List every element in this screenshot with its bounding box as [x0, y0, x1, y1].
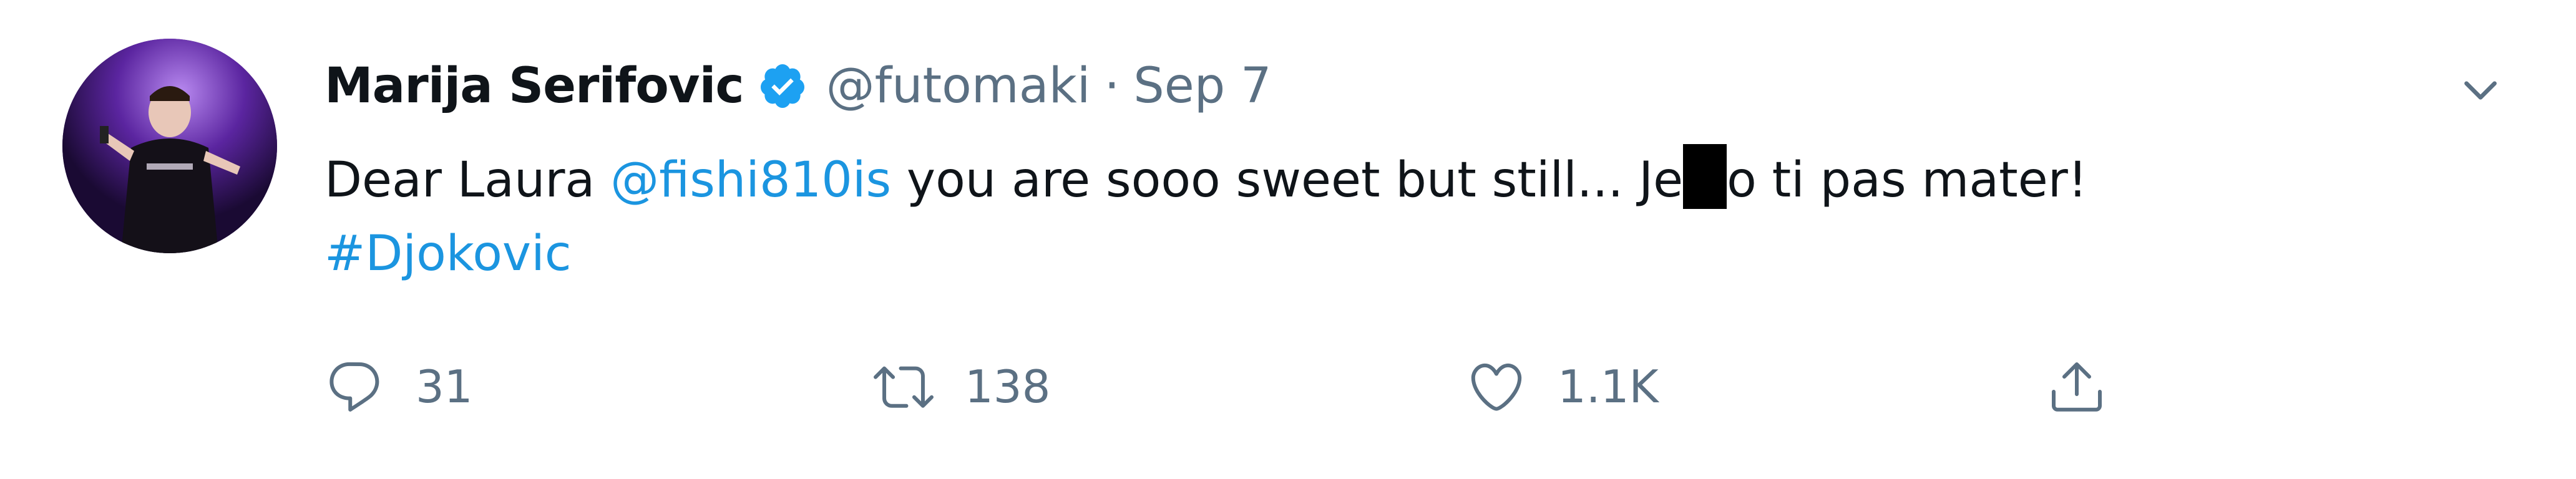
share-icon — [2047, 357, 2107, 417]
mention-link[interactable]: @fishi810is — [610, 152, 891, 208]
heart-icon — [1466, 357, 1526, 417]
retweet-count: 138 — [965, 360, 1051, 413]
tweet-text: Dear Laura @fishi810is you are sooo swee… — [324, 143, 2509, 291]
verified-badge-icon — [758, 61, 807, 111]
reply-count: 31 — [416, 360, 473, 413]
hashtag-link[interactable]: #Djokovic — [324, 226, 572, 282]
tweet-date[interactable]: Sep 7 — [1133, 58, 1271, 114]
tweet-card[interactable]: Marija Serifovic @futomaki · Sep 7 Dear … — [0, 0, 2576, 479]
like-button[interactable]: 1.1K — [1466, 349, 1659, 424]
share-button[interactable] — [2047, 349, 2107, 424]
display-name[interactable]: Marija Serifovic — [324, 58, 744, 114]
tweet-header: Marija Serifovic @futomaki · Sep 7 — [324, 49, 1272, 123]
user-handle[interactable]: @futomaki — [826, 58, 1091, 114]
separator-dot: · — [1104, 58, 1120, 114]
chevron-down-icon[interactable] — [2452, 62, 2509, 119]
like-count: 1.1K — [1558, 360, 1659, 413]
reply-button[interactable]: 31 — [324, 349, 473, 424]
avatar[interactable] — [62, 39, 277, 253]
retweet-button[interactable]: 138 — [874, 349, 1050, 424]
redaction-box — [1683, 144, 1727, 209]
tweet-text-part: o ti pas mater! — [1727, 152, 2088, 208]
tweet-text-part: you are sooo sweet but still... Je — [891, 152, 1684, 208]
reply-icon — [324, 357, 384, 417]
tweet-text-part: Dear Laura — [324, 152, 611, 208]
tweet-actions: 31 138 1.1K — [324, 349, 2509, 424]
retweet-icon — [874, 357, 934, 417]
